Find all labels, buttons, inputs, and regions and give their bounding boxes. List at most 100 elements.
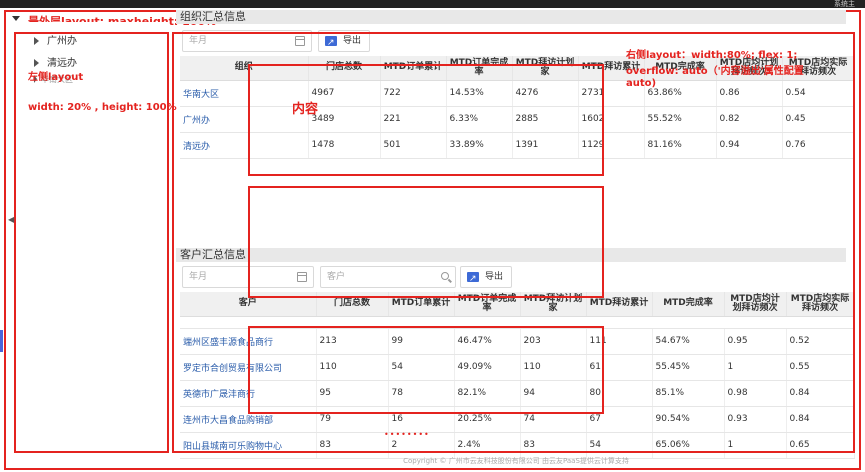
table-cell: 79 (316, 406, 389, 433)
customer-name-link[interactable]: 罗定市合创贸易有限公司 (180, 354, 317, 381)
table-cell: 16 (388, 406, 455, 433)
table-row[interactable]: 端州区盛丰源食品商行 213 99 46.47% 203 111 54.67% … (180, 328, 855, 355)
sidebar-item-guangzhou[interactable]: 广州办 (34, 32, 77, 47)
customer-name-link[interactable]: 连州市大昌食品购销部 (180, 406, 317, 433)
table-cell: 82.1% (454, 380, 521, 407)
sidebar-item-qingyuan[interactable]: 清远办 (34, 54, 77, 69)
table-cell: 94 (520, 380, 587, 407)
column-header[interactable]: MTD拜访计划家 (520, 292, 587, 317)
table-cell: 33.89% (446, 132, 513, 159)
org-month-input[interactable]: 年月 (182, 30, 312, 52)
table-row[interactable]: 连州市大昌食品购销部 79 16 20.25% 74 67 90.54% 0.9… (180, 406, 855, 433)
table-row[interactable]: 罗定市合创贸易有限公司 110 54 49.09% 110 61 55.45% … (180, 354, 855, 381)
table-cell: 0.65 (786, 432, 855, 459)
tree-expand-icon[interactable] (34, 37, 39, 45)
table-cell: 95 (316, 380, 389, 407)
table-row[interactable]: 广州办 3489 221 6.33% 2885 1602 55.52% 0.82… (180, 106, 855, 133)
topbar-user-text[interactable]: 系统主 (834, 0, 855, 9)
column-header[interactable]: 组织 (180, 56, 309, 81)
table-row[interactable]: 英德市广晟沣商行 95 78 82.1% 94 80 85.1% 0.98 0.… (180, 380, 855, 407)
tree-collapse-icon[interactable] (12, 16, 20, 21)
calendar-icon[interactable] (297, 272, 307, 282)
table-cell: 0.52 (786, 328, 855, 355)
table-cell: 6.33% (446, 106, 513, 133)
table-cell: 83 (316, 432, 389, 459)
column-header[interactable]: MTD订单完成率 (446, 56, 513, 81)
customer-search-input[interactable]: 客户 (320, 266, 456, 288)
table-cell: 221 (380, 106, 447, 133)
table-cell: 54 (586, 432, 653, 459)
table-cell: 0.84 (786, 380, 855, 407)
org-name-link[interactable]: 清远办 (180, 132, 309, 159)
tree-expand-icon[interactable] (34, 59, 39, 67)
table-row[interactable]: 华南大区 4967 722 14.53% 4276 2731 63.86% 0.… (180, 80, 855, 107)
table-cell: 2.4% (454, 432, 521, 459)
table-cell: 213 (316, 328, 389, 355)
table-cell: 81.16% (644, 132, 717, 159)
column-header[interactable]: MTD完成率 (652, 292, 725, 317)
window-topbar: 系统主 (0, 0, 865, 8)
customer-export-button[interactable]: 导出 (460, 266, 512, 289)
column-header[interactable]: MTD订单完成率 (454, 292, 521, 317)
table-cell: 54.67% (652, 328, 725, 355)
column-header[interactable]: 门店总数 (308, 56, 381, 81)
table-row[interactable]: 阳山县城南可乐购物中心 83 2 2.4% 83 54 65.06% 1 0.6… (180, 432, 855, 459)
table-cell: 80 (586, 380, 653, 407)
dotted-marker: •••••••• (384, 430, 430, 439)
column-header[interactable]: MTD拜访累计 (586, 292, 653, 317)
table-cell: 4276 (512, 80, 579, 107)
org-section-title: 组织汇总信息 (176, 10, 846, 24)
column-header[interactable]: MTD店均计划拜访频次 (724, 292, 787, 317)
table-cell: 110 (316, 354, 389, 381)
left-sidebar: 广州办 清远办 华南大区 (8, 16, 168, 468)
table-cell: 0.76 (782, 132, 855, 159)
search-icon[interactable] (441, 272, 449, 280)
table-cell: 46.47% (454, 328, 521, 355)
column-header[interactable]: MTD店均实际拜访频次 (786, 292, 855, 317)
table-cell: 1602 (578, 106, 645, 133)
table-cell: 14.53% (446, 80, 513, 107)
table-cell: 501 (380, 132, 447, 159)
table-row-partial (180, 316, 855, 329)
org-name-link[interactable]: 广州办 (180, 106, 309, 133)
right-layout-annotation-1: 右侧layout：width:80%; flex: 1; (626, 50, 798, 61)
table-cell: 1391 (512, 132, 579, 159)
left-layout-annotation: 左侧layout (28, 72, 84, 83)
table-cell: 2885 (512, 106, 579, 133)
sidebar-toggle-icon[interactable]: ◀ (8, 215, 14, 224)
customer-month-input[interactable]: 年月 (182, 266, 314, 288)
table-cell: 0.55 (786, 354, 855, 381)
table-cell: 74 (520, 406, 587, 433)
table-cell: 61 (586, 354, 653, 381)
table-cell: 1 (724, 354, 787, 381)
org-export-button[interactable]: 导出 (318, 30, 370, 53)
table-cell: 54 (388, 354, 455, 381)
table-cell: 65.06% (652, 432, 725, 459)
table-cell: 55.52% (644, 106, 717, 133)
table-cell: 0.98 (724, 380, 787, 407)
calendar-icon[interactable] (295, 36, 305, 46)
org-name-link[interactable]: 华南大区 (180, 80, 309, 107)
table-cell: 722 (380, 80, 447, 107)
customer-name-link[interactable]: 阳山县城南可乐购物中心 (180, 432, 317, 459)
customer-name-link[interactable]: 英德市广晟沣商行 (180, 380, 317, 407)
table-row[interactable]: 清远办 1478 501 33.89% 1391 1129 81.16% 0.9… (180, 132, 855, 159)
column-header[interactable]: 客户 (180, 292, 317, 317)
column-header[interactable]: 门店总数 (316, 292, 389, 317)
table-cell: 0.86 (716, 80, 783, 107)
table-cell: 55.45% (652, 354, 725, 381)
column-header[interactable]: MTD订单累计 (380, 56, 447, 81)
export-icon (325, 33, 337, 53)
footer-copyright: Copyright © 广州市云友科技股份有限公司 由云友PaaS提供云计算支持 (403, 457, 629, 465)
table-cell: 99 (388, 328, 455, 355)
column-header[interactable]: MTD拜访计划家 (512, 56, 579, 81)
table-cell: 1129 (578, 132, 645, 159)
table-cell: 49.09% (454, 354, 521, 381)
customer-name-link[interactable]: 端州区盛丰源食品商行 (180, 328, 317, 355)
table-cell: 0.93 (724, 406, 787, 433)
customer-section-title: 客户汇总信息 (176, 248, 846, 262)
column-header[interactable]: MTD订单累计 (388, 292, 455, 317)
table-cell: 0.54 (782, 80, 855, 107)
table-cell: 1 (724, 432, 787, 459)
table-cell: 0.45 (782, 106, 855, 133)
